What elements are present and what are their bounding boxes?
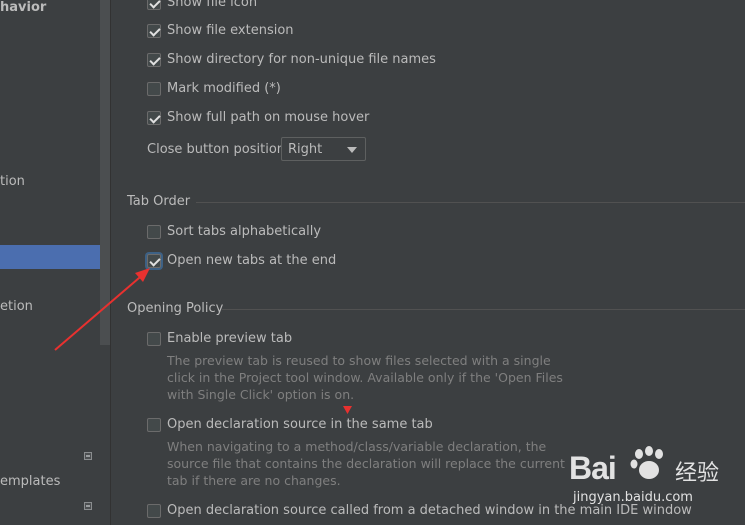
section-separator — [222, 309, 745, 310]
declaration-description: When navigating to a method/class/variab… — [167, 439, 565, 488]
watermark-brand-cn: 经验 — [675, 461, 720, 486]
option-label: Sort tabs alphabetically — [167, 224, 322, 239]
watermark-url: jingyan.baidu.com — [573, 490, 693, 505]
mark-modified-checkbox[interactable] — [147, 81, 161, 96]
option-label: Show full path on mouse hover — [167, 110, 370, 125]
close-button-position-row: Close button position: — [147, 142, 289, 157]
chevron-down-icon — [347, 147, 357, 153]
enable-preview-tab-checkbox[interactable] — [147, 331, 161, 346]
open-new-tabs-end-option[interactable]: Open new tabs at the end — [147, 253, 336, 268]
panel-divider — [110, 0, 111, 525]
tab-order-title: Tab Order — [127, 194, 191, 209]
enable-preview-tab-option[interactable]: Enable preview tab — [147, 331, 292, 346]
dropdown-value: Right — [288, 141, 323, 157]
annotation-arrowhead — [135, 268, 150, 282]
open-new-tabs-end-checkbox[interactable] — [147, 253, 161, 268]
open-declaration-same-tab-checkbox[interactable] — [147, 417, 161, 432]
opening-policy-title: Opening Policy — [127, 301, 224, 316]
show-file-extension-option[interactable]: Show file extension — [147, 23, 294, 38]
show-file-icon-checkbox[interactable] — [147, 0, 161, 10]
option-label: Enable preview tab — [167, 331, 293, 346]
option-label: Open new tabs at the end — [167, 253, 337, 268]
sidebar-item-behavior[interactable]: havior — [0, 0, 46, 15]
show-file-extension-checkbox[interactable] — [147, 23, 161, 38]
option-label: Show file extension — [167, 23, 294, 38]
option-label: Show directory for non-unique file names — [167, 52, 436, 67]
project-scope-icon — [84, 502, 92, 510]
option-label: Show file icon — [167, 0, 258, 10]
show-full-path-option[interactable]: Show full path on mouse hover — [147, 110, 369, 125]
option-label: Mark modified (*) — [167, 81, 281, 96]
project-scope-icon — [84, 452, 92, 460]
mark-modified-option[interactable]: Mark modified (*) — [147, 81, 281, 96]
preview-tab-description: The preview tab is reused to show files … — [167, 353, 563, 402]
sort-tabs-option[interactable]: Sort tabs alphabetically — [147, 224, 321, 239]
sidebar-item-templates[interactable]: emplates — [0, 474, 60, 489]
show-file-icon-option[interactable]: Show file icon — [147, 0, 257, 10]
open-declaration-same-tab-option[interactable]: Open declaration source in the same tab — [147, 417, 433, 432]
sidebar-item-2[interactable]: etion — [0, 299, 33, 314]
option-label: Open declaration source in the same tab — [167, 417, 433, 432]
show-directory-option[interactable]: Show directory for non-unique file names — [147, 52, 436, 67]
baidu-jingyan-watermark: Bai 经验 jingyan.baidu.com — [567, 442, 742, 512]
section-separator — [196, 202, 745, 203]
close-button-position-label: Close button position: — [147, 142, 290, 157]
show-directory-checkbox[interactable] — [147, 52, 161, 67]
open-declaration-detached-checkbox[interactable] — [147, 503, 161, 518]
cursor-marker-icon — [343, 406, 352, 414]
show-full-path-checkbox[interactable] — [147, 110, 161, 125]
sidebar-item-1[interactable]: tion — [0, 174, 25, 189]
watermark-brand: Bai — [569, 450, 617, 486]
close-button-position-dropdown[interactable]: Right — [281, 137, 366, 161]
sidebar-scrollbar[interactable] — [100, 0, 110, 345]
sidebar-selected-item[interactable] — [0, 245, 110, 269]
sort-tabs-checkbox[interactable] — [147, 224, 161, 239]
